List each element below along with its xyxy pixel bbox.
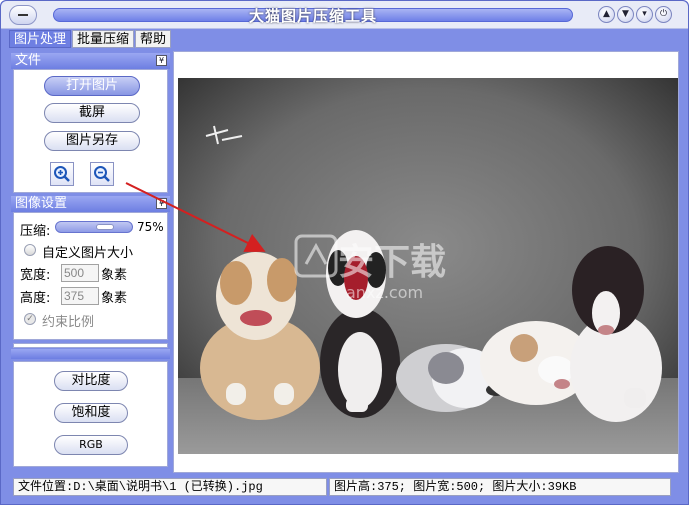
screenshot-button[interactable]: 截屏 bbox=[44, 103, 140, 123]
scroll-up-icon[interactable]: ▲ bbox=[598, 6, 615, 23]
watermark-text: 安下载 bbox=[338, 242, 446, 283]
image-preview-panel: 安下载 anxz.com bbox=[173, 51, 679, 473]
custom-size-radio[interactable] bbox=[24, 244, 36, 256]
keep-ratio-label: 约束比例 bbox=[42, 315, 95, 330]
watermark-sub: anxz.com bbox=[346, 283, 423, 302]
compress-value: 75% bbox=[137, 220, 164, 234]
window-controls: ▲ ▼ ▾ ⏻ bbox=[598, 6, 672, 23]
zoom-in-button[interactable] bbox=[50, 162, 74, 186]
compress-slider[interactable] bbox=[55, 221, 133, 233]
image-settings-header[interactable]: 图像设置 ¥ bbox=[11, 196, 170, 212]
custom-size-label: 自定义图片大小 bbox=[42, 246, 134, 261]
zoom-in-icon bbox=[54, 166, 70, 182]
collapse-icon[interactable]: ¥ bbox=[156, 55, 167, 66]
minus-icon bbox=[18, 14, 28, 16]
file-section-title: 文件 bbox=[15, 53, 42, 68]
chevron-down-icon[interactable]: ▼ bbox=[617, 6, 634, 23]
preview-image[interactable]: 安下载 anxz.com bbox=[178, 78, 678, 454]
status-bar: 文件位置:D:\桌面\说明书\1 (已转换).jpg 图片高:375; 图片宽:… bbox=[9, 476, 680, 498]
adjust-section-body: 对比度 饱和度 RGB bbox=[13, 361, 168, 467]
saturation-button[interactable]: 饱和度 bbox=[54, 403, 128, 423]
height-unit: 象素 bbox=[101, 291, 128, 306]
menu-item-image-process[interactable]: 图片处理 bbox=[9, 30, 72, 48]
title-bar: 大猫图片压缩工具 ▲ ▼ ▾ ⏻ bbox=[1, 1, 688, 29]
width-label: 宽度: bbox=[20, 268, 51, 283]
contrast-button[interactable]: 对比度 bbox=[54, 371, 128, 391]
open-image-button[interactable]: 打开图片 bbox=[44, 76, 140, 96]
file-section-header[interactable]: 文件 ¥ bbox=[11, 53, 170, 69]
zoom-out-button[interactable] bbox=[90, 162, 114, 186]
compress-slider-thumb[interactable] bbox=[96, 224, 114, 230]
height-label: 高度: bbox=[20, 291, 51, 306]
width-input[interactable]: 500 bbox=[61, 264, 99, 282]
system-menu-button[interactable] bbox=[9, 5, 37, 25]
width-unit: 象素 bbox=[101, 268, 128, 283]
app-window: 大猫图片压缩工具 ▲ ▼ ▾ ⏻ 图片处理 批量压缩 帮助 文件 ¥ 打开图片 … bbox=[0, 0, 689, 505]
file-section-body: 打开图片 截屏 图片另存 bbox=[13, 69, 168, 193]
minimize-icon[interactable]: ▾ bbox=[636, 6, 653, 23]
adjust-section-header bbox=[11, 349, 170, 359]
collapse-icon[interactable]: ¥ bbox=[156, 198, 167, 209]
power-icon[interactable]: ⏻ bbox=[655, 6, 672, 23]
rgb-button[interactable]: RGB bbox=[54, 435, 128, 455]
keep-ratio-checkbox[interactable]: ✓ bbox=[24, 313, 36, 325]
status-image-info: 图片高:375; 图片宽:500; 图片大小:39KB bbox=[329, 478, 671, 496]
menu-item-help[interactable]: 帮助 bbox=[135, 30, 172, 48]
image-settings-body: 压缩: 75% 自定义图片大小 宽度: 500 象素 高度: 375 象素 ✓ … bbox=[13, 212, 168, 340]
status-file-location: 文件位置:D:\桌面\说明书\1 (已转换).jpg bbox=[13, 478, 327, 496]
left-panel: 文件 ¥ 打开图片 截屏 图片另存 图像设置 ¥ 压缩: 75% 自定义图片大小… bbox=[11, 51, 170, 469]
window-title: 大猫图片压缩工具 bbox=[248, 7, 377, 25]
height-input[interactable]: 375 bbox=[61, 287, 99, 305]
menu-item-batch-compress[interactable]: 批量压缩 bbox=[72, 30, 135, 48]
divider-strip bbox=[13, 343, 168, 348]
menu-bar: 图片处理 批量压缩 帮助 bbox=[9, 30, 172, 48]
image-settings-title: 图像设置 bbox=[15, 196, 68, 211]
save-as-button[interactable]: 图片另存 bbox=[44, 131, 140, 151]
zoom-out-icon bbox=[94, 166, 110, 182]
puppies-photo: 安下载 anxz.com bbox=[178, 78, 678, 454]
compress-label: 压缩: bbox=[20, 224, 51, 239]
